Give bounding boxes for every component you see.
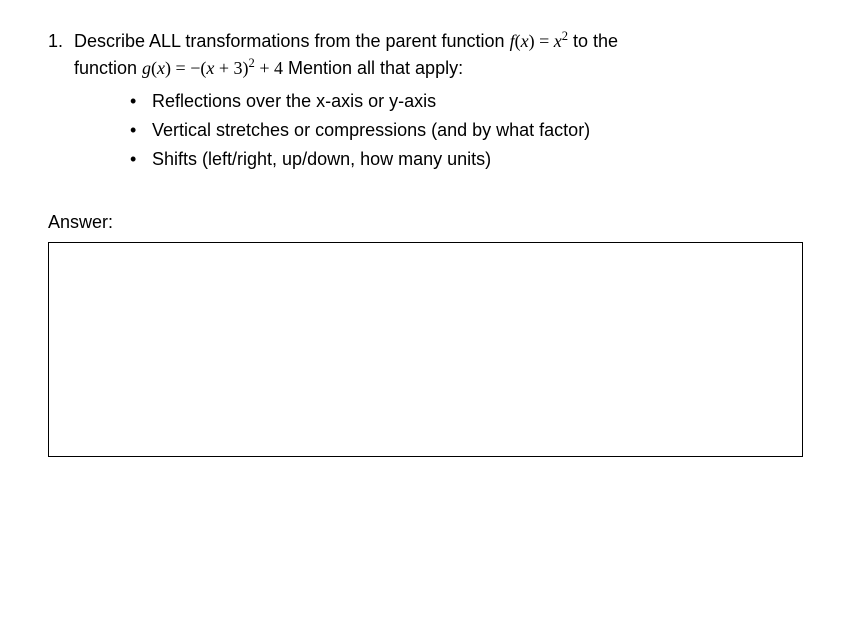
- g-fn-x: x: [157, 58, 165, 78]
- bullet-item: Reflections over the x-axis or y-axis: [130, 88, 803, 115]
- prompt-text-1: Describe ALL transformations from the pa…: [74, 31, 510, 51]
- question-body: Describe ALL transformations from the pa…: [74, 28, 803, 175]
- parent-fn-rhs-x: x: [554, 31, 562, 51]
- question-prompt-line1: Describe ALL transformations from the pa…: [74, 28, 803, 55]
- g-fn-g: g: [142, 58, 151, 78]
- question-prompt-line2: function g(x) = −(x + 3)2 + 4 Mention al…: [74, 55, 803, 82]
- bullet-item: Vertical stretches or compressions (and …: [130, 117, 803, 144]
- parent-fn-x: x: [521, 31, 529, 51]
- bullet-item: Shifts (left/right, up/down, how many un…: [130, 146, 803, 173]
- g-fn-eq: =: [171, 58, 190, 78]
- question-block: 1. Describe ALL transformations from the…: [48, 28, 803, 175]
- g-inner-plus3: + 3: [214, 58, 242, 78]
- question-number: 1.: [48, 28, 74, 55]
- answer-box[interactable]: [48, 242, 803, 457]
- parent-fn-eq: =: [535, 31, 554, 51]
- g-neg: −: [190, 58, 200, 78]
- prompt-text-4: Mention all that apply:: [283, 58, 463, 78]
- prompt-text-3: function: [74, 58, 142, 78]
- bullet-list: Reflections over the x-axis or y-axis Ve…: [130, 88, 803, 173]
- g-plus4: + 4: [255, 58, 283, 78]
- prompt-text-2: to the: [568, 31, 618, 51]
- answer-label: Answer:: [48, 209, 803, 236]
